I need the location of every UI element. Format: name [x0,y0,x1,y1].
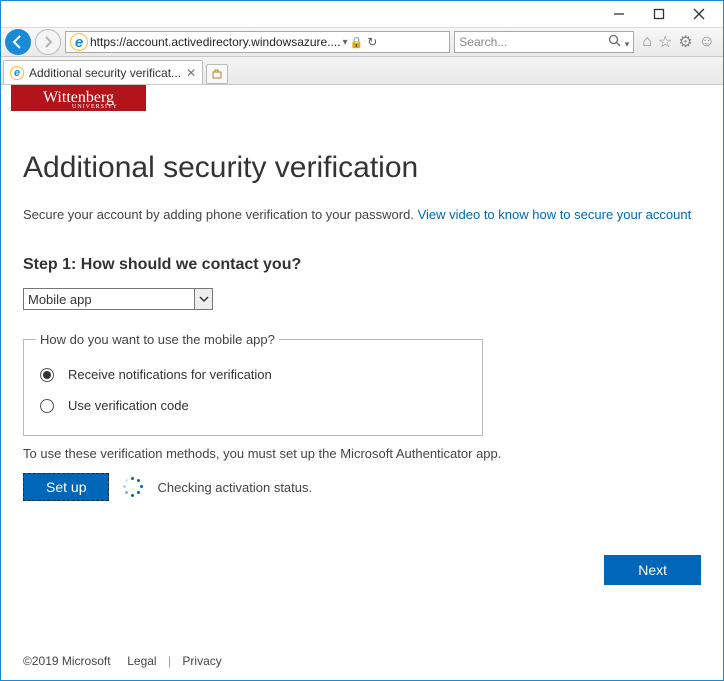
radio-icon [40,399,54,413]
next-button[interactable]: Next [604,555,701,585]
view-video-link[interactable]: View video to know how to secure your ac… [418,207,692,222]
setup-button[interactable]: Set up [23,473,109,501]
toolbar-icons: ⌂ ☆ ⚙ ☺ [638,32,719,52]
setup-instruction: To use these verification methods, you m… [23,446,701,461]
settings-gear-icon[interactable]: ⚙ [678,32,692,52]
contact-method-select[interactable]: Mobile app [23,288,213,310]
page-footer: ©2019 Microsoft Legal | Privacy [23,654,222,668]
close-window-button[interactable] [679,3,719,25]
forward-button[interactable] [35,29,61,55]
radio-icon [40,368,54,382]
lock-icon: 🔒 [350,36,364,49]
loading-spinner-icon [123,477,143,497]
browser-tab[interactable]: e Additional security verificat... ✕ [3,60,203,84]
activation-status-text: Checking activation status. [157,480,312,495]
page-viewport: Wittenberg UNIVERSITY Additional securit… [1,85,723,680]
legal-link[interactable]: Legal [127,654,156,668]
chevron-down-icon[interactable] [194,289,212,309]
url-dropdown-icon[interactable]: ▾ [343,37,348,48]
radio-option-notifications[interactable]: Receive notifications for verification [36,359,470,390]
tab-close-icon[interactable]: ✕ [186,66,196,80]
feedback-smiley-icon[interactable]: ☺ [699,33,715,51]
address-bar[interactable]: e https://account.activedirectory.window… [65,31,450,53]
back-button[interactable] [5,29,31,55]
main-content: Additional security verification Secure … [1,111,723,511]
home-icon[interactable]: ⌂ [642,33,652,51]
setup-row: Set up Checking activation status. [23,473,701,501]
tab-title: Additional security verificat... [29,66,181,80]
refresh-icon[interactable]: ↻ [367,35,377,49]
browser-navbar: e https://account.activedirectory.window… [1,27,723,57]
search-icon[interactable]: ▾ [608,34,629,50]
page-title: Additional security verification [23,151,701,185]
ie-logo-icon: e [70,33,88,51]
mobile-app-fieldset: How do you want to use the mobile app? R… [23,332,483,436]
browser-tabbar: e Additional security verificat... ✕ [1,57,723,85]
page-subtitle: Secure your account by adding phone veri… [23,207,701,222]
footer-separator: | [168,654,171,668]
radio-option-code[interactable]: Use verification code [36,390,470,421]
search-box[interactable]: Search... ▾ [454,31,634,53]
step-heading: Step 1: How should we contact you? [23,256,701,274]
tab-favicon: e [10,66,24,80]
favorites-icon[interactable]: ☆ [658,32,672,52]
maximize-button[interactable] [639,3,679,25]
privacy-link[interactable]: Privacy [182,654,221,668]
minimize-button[interactable] [599,3,639,25]
window-titlebar [1,1,723,27]
subtitle-text: Secure your account by adding phone veri… [23,207,418,222]
search-placeholder: Search... [459,35,507,49]
radio-label: Use verification code [68,398,189,413]
select-value: Mobile app [24,289,194,309]
copyright-text: ©2019 Microsoft [23,654,111,668]
wittenberg-logo: Wittenberg UNIVERSITY [11,85,146,111]
logo-subtext: UNIVERSITY [72,104,118,110]
radio-label: Receive notifications for verification [68,367,272,382]
fieldset-legend: How do you want to use the mobile app? [36,332,279,347]
new-tab-button[interactable] [206,64,228,84]
url-text: https://account.activedirectory.windowsa… [90,35,341,49]
